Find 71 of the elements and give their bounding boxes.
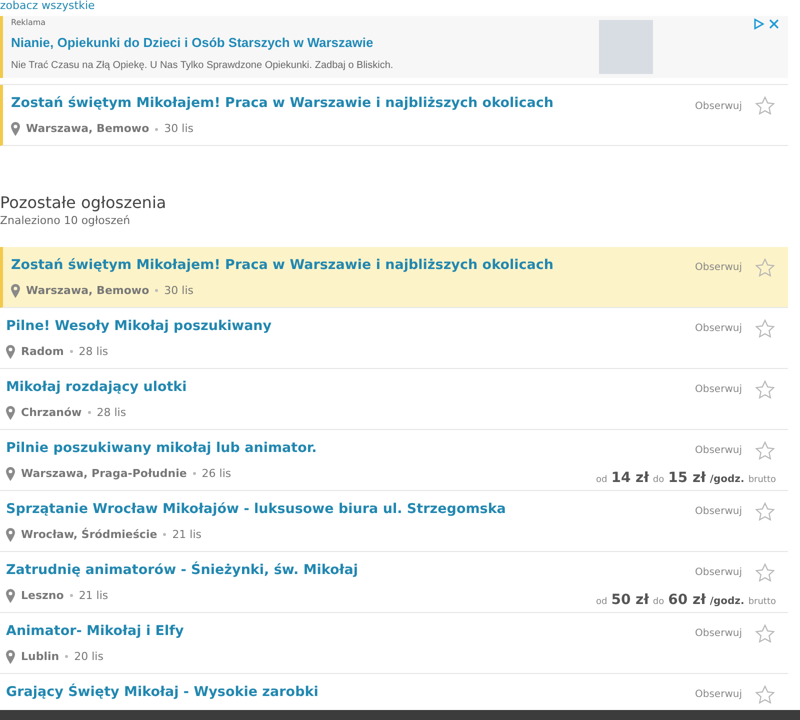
listing-title-link[interactable]: Pilnie poszukiwany mikołaj lub animator. — [6, 438, 596, 456]
listing-title-link[interactable]: Zostań świętym Mikołajem! Praca w Warszawie i najbliższych okolicach — [11, 94, 695, 112]
location-text: Lublin — [21, 648, 60, 664]
follow-button[interactable]: Obserwuj — [695, 260, 742, 275]
listing-card[interactable]: Pilnie poszukiwany mikołaj lub animator. Warszawa, Praga-Południe 26 lis Obserwuj od 14 zł do 15 zł /godz. brutto — [0, 430, 788, 490]
date-text: 20 lis — [74, 648, 104, 664]
section-heading: Pozostałe ogłoszenia — [0, 193, 168, 213]
star-icon[interactable] — [754, 440, 776, 462]
see-all-link[interactable]: zobacz wszystkie — [0, 0, 95, 16]
location-pin-icon — [11, 122, 20, 136]
results-count: Znaleziono 10 ogłoszeń — [0, 213, 132, 229]
star-icon[interactable] — [754, 256, 776, 278]
listing-title-link[interactable]: Pilne! Wesoły Mikołaj poszukiwany — [6, 316, 695, 334]
star-icon[interactable] — [754, 622, 776, 644]
listing-title-link[interactable]: Zatrudnię animatorów - Śnieżynki, św. Mikołaj — [6, 560, 596, 578]
follow-button[interactable]: Obserwuj — [695, 626, 742, 641]
location-text: Wrocław, Śródmieście — [21, 526, 158, 542]
date-text: 28 lis — [96, 404, 126, 420]
close-icon[interactable] — [768, 18, 780, 30]
listing-title-link[interactable]: Mikołaj rozdający ulotki — [6, 378, 695, 396]
ad-label: Reklama — [11, 17, 47, 29]
listing-card[interactable]: Zatrudnię animatorów - Śnieżynki, św. Mikołaj Leszno 21 lis Obserwuj od 50 zł do 60 zł /godz. brutto — [0, 552, 788, 612]
date-text: 21 lis — [78, 588, 108, 604]
date-text: 26 lis — [202, 466, 232, 482]
follow-button[interactable]: Obserwuj — [695, 321, 742, 336]
location-text: Leszno — [21, 588, 64, 604]
listing-card[interactable]: Sprzątanie Wrocław Mikołajów - luksusowe biura ul. Strzegomska Wrocław, Śródmieście 21 lis Obserwuj — [0, 490, 788, 552]
salary-text: od 14 zł do 15 zł /godz. brutto — [596, 468, 776, 488]
location-pin-icon — [6, 344, 15, 359]
location-pin-icon — [6, 406, 15, 420]
star-icon[interactable] — [754, 684, 776, 706]
star-icon[interactable] — [754, 500, 776, 522]
date-text: 30 lis — [164, 121, 194, 137]
date-text: 28 lis — [78, 344, 108, 360]
salary-text: od 50 zł do 60 zł /godz. brutto — [596, 590, 776, 610]
location-text: Warszawa, Praga-Południe — [21, 466, 187, 482]
date-text: 21 lis — [172, 526, 202, 542]
location-text: Warszawa, Bemowo — [26, 121, 150, 137]
follow-button[interactable]: Obserwuj — [695, 382, 742, 397]
listing-title-link[interactable]: Sprzątanie Wrocław Mikołajów - luksusowe biura ul. Strzegomska — [6, 500, 695, 518]
follow-button[interactable]: Obserwuj — [695, 504, 742, 519]
location-text: Chrzanów — [21, 404, 82, 420]
location-pin-icon — [11, 284, 20, 298]
date-text: 30 lis — [164, 282, 194, 298]
follow-button[interactable]: Obserwuj — [695, 687, 742, 702]
listing-card[interactable]: Pilne! Wesoły Mikołaj poszukiwany Radom 28 lis Obserwuj — [0, 308, 788, 368]
follow-button[interactable]: Obserwuj — [695, 98, 742, 114]
location-pin-icon — [6, 528, 15, 542]
star-icon[interactable] — [754, 562, 776, 584]
star-icon[interactable] — [754, 378, 776, 400]
listing-title-link[interactable]: Animator- Mikołaj i Elfy — [6, 622, 695, 640]
location-pin-icon — [6, 466, 15, 481]
photo-placeholder — [599, 20, 653, 74]
play-icon[interactable] — [753, 18, 765, 30]
listing-title-link[interactable]: Zostań świętym Mikołajem! Praca w Warszawie i najbliższych okolicach — [11, 256, 695, 274]
star-icon[interactable] — [754, 318, 776, 340]
listing-card[interactable]: Mikołaj rozdający ulotki Chrzanów 28 lis Obserwuj — [0, 368, 788, 430]
ad-description: Nie Trać Czasu na Złą Opiekę. U Nas Tylko Sprawdzone Opiekunki. Zadbaj o Bliskich. — [11, 58, 394, 72]
listing-card[interactable]: Animator- Mikołaj i Elfy Lublin 20 lis Obserwuj — [0, 612, 788, 674]
location-text: Radom — [21, 344, 64, 360]
ad-card[interactable]: Reklama Nianie, Opiekunki do Dzieci i Osób Starszych w Warszawie Nie Trać Czasu na Złą Opiekę. U Nas Tylko Sprawdzone Opiekunki. Zadbaj o Bliskich. — [0, 16, 788, 78]
location-text: Warszawa, Bemowo — [26, 282, 150, 298]
location-pin-icon — [6, 588, 15, 603]
listing-card[interactable]: Zostań świętym Mikołajem! Praca w Warszawie i najbliższych okolicach Warszawa, Bemowo 30 lis Obserwuj — [0, 246, 788, 308]
ad-title-link[interactable]: Nianie, Opiekunki do Dzieci i Osób Starszych w Warszawie — [11, 33, 599, 52]
follow-button[interactable]: Obserwuj — [695, 565, 742, 580]
listing-card[interactable]: Zostań świętym Mikołajem! Praca w Warszawie i najbliższych okolicach Warszawa, Bemowo 30 lis Obserwuj — [0, 85, 788, 146]
location-pin-icon — [6, 650, 15, 664]
follow-button[interactable]: Obserwuj — [695, 443, 742, 458]
star-icon[interactable] — [754, 95, 776, 117]
listing-title-link[interactable]: Grający Święty Mikołaj - Wysokie zarobki — [6, 682, 695, 700]
